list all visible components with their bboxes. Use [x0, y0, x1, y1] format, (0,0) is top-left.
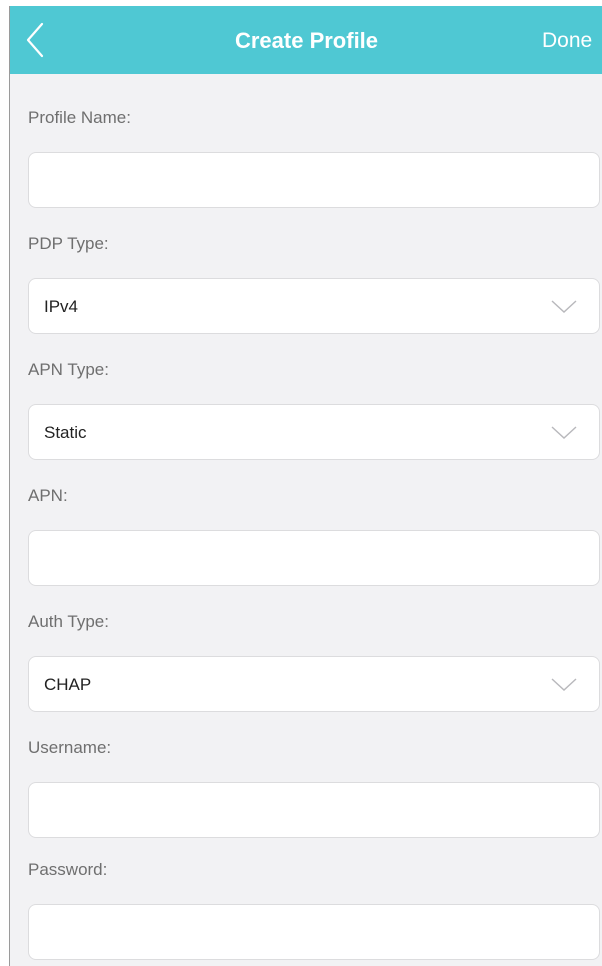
pdp-type-label: PDP Type:	[28, 234, 109, 253]
username-field[interactable]	[28, 782, 600, 838]
pdp-type-select[interactable]: IPv4	[28, 278, 600, 334]
username-input[interactable]	[29, 783, 599, 837]
auth-type-label: Auth Type:	[28, 612, 109, 631]
apn-type-label: APN Type:	[28, 360, 109, 379]
apn-type-value: Static	[44, 423, 87, 442]
apn-input[interactable]	[29, 531, 599, 585]
chevron-down-icon	[551, 300, 577, 313]
create-profile-screen: Create Profile Done Profile Name: PDP Ty…	[9, 6, 602, 966]
auth-type-value: CHAP	[44, 675, 92, 694]
pdp-type-value: IPv4	[44, 297, 79, 316]
password-field[interactable]	[28, 904, 600, 960]
username-label: Username:	[28, 738, 112, 757]
chevron-down-icon	[551, 426, 577, 439]
profile-name-field[interactable]	[28, 152, 600, 208]
password-input[interactable]	[29, 905, 599, 959]
back-button[interactable]	[22, 20, 52, 60]
page-title: Create Profile	[234, 28, 379, 53]
apn-type-select[interactable]: Static	[28, 404, 600, 460]
password-label: Password:	[28, 860, 108, 879]
apn-field[interactable]	[28, 530, 600, 586]
chevron-left-icon	[26, 22, 44, 58]
profile-name-input[interactable]	[29, 153, 599, 207]
apn-label: APN:	[28, 486, 68, 505]
profile-name-label: Profile Name:	[28, 108, 131, 127]
done-button[interactable]: Done	[542, 6, 592, 74]
auth-type-select[interactable]: CHAP	[28, 656, 600, 712]
chevron-down-icon	[551, 678, 577, 691]
navigation-bar: Create Profile Done	[10, 6, 602, 74]
